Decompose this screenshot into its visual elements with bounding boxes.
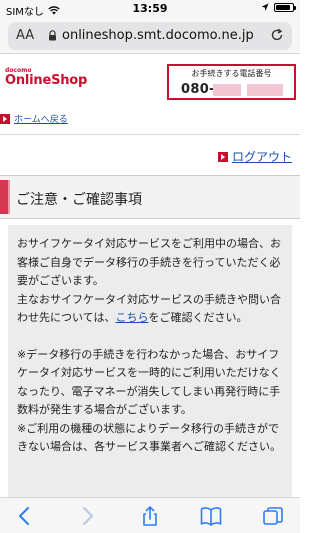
status-right-group <box>261 3 296 12</box>
notice-heading: ご注意・ご確認事項 <box>0 175 300 219</box>
phone-number: 080- <box>181 82 215 97</box>
divider <box>0 134 300 135</box>
phone-number-label: お手続きする電話番号 <box>191 69 272 78</box>
logout-label[interactable]: ログアウト <box>232 148 292 165</box>
bookmarks-icon[interactable] <box>200 506 222 526</box>
back-icon[interactable] <box>14 506 36 526</box>
heading-accent-bar <box>0 180 10 214</box>
notice-paragraph-1: おサイフケータイ対応サービスをご利用中の場合、お客様ご自身でデータ移行の手続きを… <box>17 237 281 287</box>
here-link[interactable]: こちら <box>115 311 148 324</box>
back-to-home-label[interactable]: ホームへ戻る <box>14 112 68 125</box>
back-to-home-link[interactable]: ホームへ戻る <box>0 112 68 125</box>
notice-title: ご注意・ご確認事項 <box>16 192 142 208</box>
forward-icon[interactable] <box>76 506 98 526</box>
notice-paragraph-3: ※データ移行の手続きを行わなかった場合、おサイフケータイ対応サービスを一時的にご… <box>17 347 281 417</box>
phone-number-box: お手続きする電話番号 080- <box>167 64 296 100</box>
reload-icon[interactable] <box>270 28 284 42</box>
tabs-icon[interactable] <box>262 506 284 526</box>
logout-link[interactable]: ログアウト <box>217 148 292 165</box>
battery-fill <box>276 5 291 10</box>
clock: 13:59 <box>132 2 168 15</box>
notice-paragraph-2: 主なおサイフケータイ対応サービスの手続きや問い合わせ先については、こちらをご確認… <box>17 291 283 328</box>
status-bar: SIMなし 13:59 <box>0 0 300 18</box>
notice-paragraph-2-end: をご確認ください。 <box>148 311 248 324</box>
phone-mask-1 <box>213 84 241 96</box>
url-text[interactable]: onlineshop.smt.docomo.ne.jp <box>62 28 254 43</box>
text-size-button[interactable]: AA <box>16 28 34 43</box>
docomo-online-shop-logo[interactable]: docomo OnlineShop <box>5 67 87 88</box>
address-bar[interactable]: AA onlineshop.smt.docomo.ne.jp <box>8 22 292 50</box>
site-header: docomo OnlineShop お手続きする電話番号 080- <box>0 55 300 108</box>
phone-mask-2 <box>247 84 283 96</box>
battery-icon <box>274 3 296 12</box>
arrow-right-icon <box>217 151 228 162</box>
notice-paragraph-4: ※ご利用の機種の状態によりデータ移行の手続きができない場合は、各サービス事業者へ… <box>17 421 281 454</box>
browser-toolbar <box>0 497 300 533</box>
location-arrow-icon <box>261 3 269 11</box>
share-icon[interactable] <box>139 506 161 526</box>
arrow-right-icon <box>0 113 10 124</box>
browser-address-area: AA onlineshop.smt.docomo.ne.jp <box>0 18 300 54</box>
lock-icon <box>49 30 56 41</box>
logo-big-text: OnlineShop <box>5 73 88 88</box>
notice-content: おサイフケータイ対応サービスをご利用中の場合、お客様ご自身でデータ移行の手続きを… <box>8 225 292 497</box>
